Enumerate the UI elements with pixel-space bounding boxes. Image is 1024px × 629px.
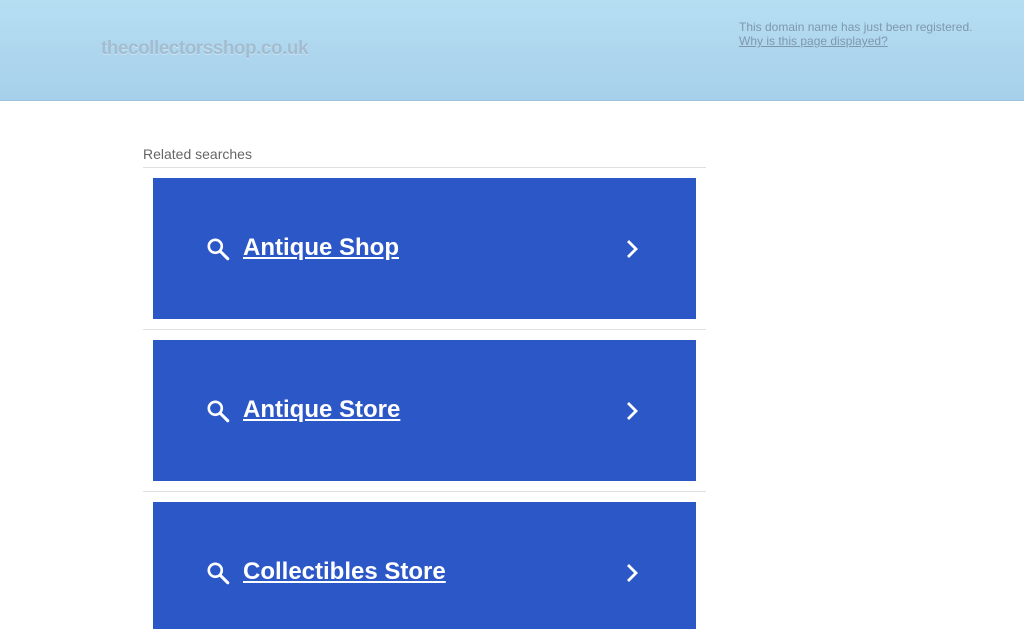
related-search-collectibles-store[interactable]: Collectibles Store [153,502,696,629]
related-search-antique-store[interactable]: Antique Store [153,340,696,481]
chevron-right-icon [627,564,638,582]
related-search-label[interactable]: Antique Shop [243,234,399,262]
related-search-label[interactable]: Antique Store [243,396,400,424]
header-banner: thecollectorsshop.co.uk This domain name… [0,0,1024,101]
related-search-label[interactable]: Collectibles Store [243,558,446,586]
why-displayed-link[interactable]: Why is this page displayed? [739,34,888,48]
related-search-antique-shop[interactable]: Antique Shop [153,178,696,319]
divider [143,167,706,168]
chevron-right-icon [627,240,638,258]
chevron-right-icon [627,402,638,420]
notice-text: This domain name has just been registere… [739,20,973,34]
search-icon [207,238,230,261]
domain-title: thecollectorsshop.co.uk [101,38,309,59]
registration-notice: This domain name has just been registere… [739,20,972,48]
related-searches-heading: Related searches [143,146,252,162]
divider [143,329,706,330]
search-icon [207,562,230,585]
search-icon [207,400,230,423]
divider [143,491,706,492]
